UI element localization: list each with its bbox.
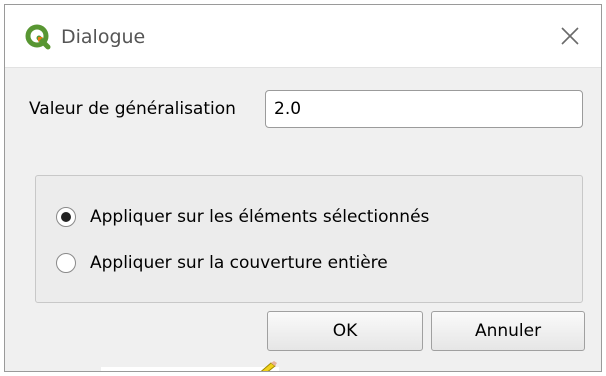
radio-whole-layer[interactable]: [56, 253, 76, 273]
pencil-icon: [260, 361, 277, 371]
ok-button[interactable]: OK: [267, 311, 423, 351]
qgis-logo-icon: [25, 24, 51, 50]
close-button[interactable]: [553, 19, 587, 53]
option-whole-layer[interactable]: Appliquer sur la couverture entière: [56, 252, 388, 274]
option-label: Appliquer sur les éléments sélectionnés: [90, 207, 430, 227]
apply-options-group: Appliquer sur les éléments sélectionnés …: [35, 175, 583, 303]
radio-checked-dot: [61, 212, 71, 222]
dialog-window: Dialogue Valeur de généralisation Appliq…: [4, 4, 602, 372]
option-selected-features[interactable]: Appliquer sur les éléments sélectionnés: [56, 206, 429, 228]
close-icon: [561, 27, 579, 45]
option-label: Appliquer sur la couverture entière: [90, 253, 388, 273]
window-title: Dialogue: [61, 26, 146, 48]
radio-selected-features[interactable]: [56, 207, 76, 227]
generalization-label: Valeur de généralisation: [29, 99, 236, 119]
generalization-value-input[interactable]: [265, 90, 583, 128]
cancel-button[interactable]: Annuler: [431, 311, 585, 351]
title-bar: Dialogue: [5, 5, 601, 68]
